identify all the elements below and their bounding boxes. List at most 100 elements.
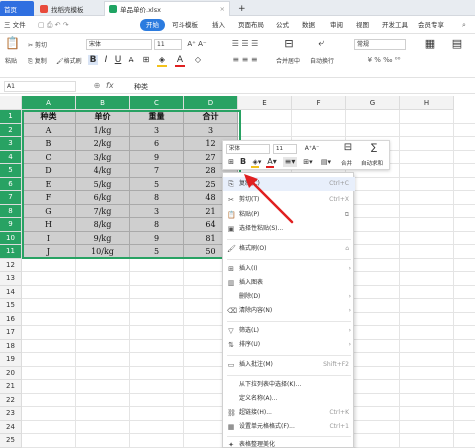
menu-item-format-painter[interactable]: 🖌 格式刷(O) ⌂	[223, 242, 355, 256]
format-painter-button[interactable]: 🖌格式刷	[56, 56, 82, 65]
paste-icon[interactable]: 📋	[5, 37, 20, 52]
menu-item-define-name[interactable]: 定义名称(A)...	[223, 392, 355, 406]
mini-border-icon[interactable]: ⊞	[226, 157, 236, 167]
font-name-select[interactable]: 宋体	[86, 39, 152, 50]
table-cell[interactable]: 4/kg	[76, 164, 130, 178]
menu-item-pick-list[interactable]: 从下拉列表中选择(K)...	[223, 378, 355, 392]
menu-item-delete[interactable]: 删除(D) ›	[223, 290, 355, 304]
menu-page-layout[interactable]: 页面布局	[238, 19, 264, 31]
row-header-18[interactable]: 18	[0, 339, 22, 353]
table-cell[interactable]: 8	[130, 191, 184, 205]
mini-bold-icon[interactable]: B	[238, 157, 248, 167]
menu-insert-tools[interactable]: 可斗模板	[172, 19, 198, 31]
row-header-9[interactable]: 9	[0, 218, 22, 232]
table-cell[interactable]: 5	[130, 245, 184, 259]
row-header-6[interactable]: 6	[0, 177, 22, 191]
row-header-15[interactable]: 15	[0, 299, 22, 313]
table-cell[interactable]: 9/kg	[76, 231, 130, 245]
quick-access-icons[interactable]: ▢ ⎙ ↶ ↷	[38, 20, 69, 30]
font-color-icon[interactable]: A	[174, 55, 186, 65]
table-cell[interactable]: C	[22, 150, 76, 164]
strikethrough-icon[interactable]: A̶	[126, 55, 136, 65]
header-cell[interactable]: 重量	[130, 110, 184, 124]
menu-item-format-cells[interactable]: ▦ 设置单元格格式(F)... Ctrl+1	[223, 420, 355, 434]
border-icon[interactable]: ⊞	[140, 55, 152, 65]
table-cell[interactable]: 7	[130, 164, 184, 178]
table-cell[interactable]: 7/kg	[76, 204, 130, 218]
column-header-b[interactable]: B	[76, 96, 130, 110]
column-header-h[interactable]: H	[400, 96, 454, 110]
name-box[interactable]: A1	[4, 81, 76, 92]
search-icon[interactable]: ⌕	[462, 20, 466, 30]
row-header-16[interactable]: 16	[0, 312, 22, 326]
column-header-f[interactable]: F	[292, 96, 346, 110]
row-header-25[interactable]: 25	[0, 434, 22, 448]
row-header-8[interactable]: 8	[0, 204, 22, 218]
table-cell[interactable]: 5	[130, 177, 184, 191]
column-header-a[interactable]: A	[22, 96, 76, 110]
header-cell[interactable]: 种类	[22, 110, 76, 124]
menu-insert[interactable]: 插入	[212, 19, 225, 31]
number-format-select[interactable]: 常规	[354, 39, 406, 50]
wrap-text-icon[interactable]: ⤶	[314, 39, 328, 49]
mini-font-size[interactable]: 11	[273, 144, 297, 154]
row-header-2[interactable]: 2	[0, 123, 22, 137]
new-tab-button[interactable]: +	[234, 1, 248, 16]
row-header-20[interactable]: 20	[0, 366, 22, 380]
header-cell[interactable]: 单价	[76, 110, 130, 124]
clear-icon[interactable]: ◇	[192, 55, 204, 65]
row-header-3[interactable]: 3	[0, 137, 22, 151]
align-left-icons[interactable]: ≡ ≡ ≡	[220, 55, 270, 65]
menu-item-insert-comment[interactable]: ▭ 插入批注(M) Shift+F2	[223, 358, 355, 372]
row-header-11[interactable]: 11	[0, 245, 22, 259]
font-grow-shrink-icons[interactable]: A⁺ A⁻	[185, 39, 209, 49]
row-header-19[interactable]: 19	[0, 353, 22, 367]
row-header-4[interactable]: 4	[0, 150, 22, 164]
mini-border-dropdown-icon[interactable]: ⊞▾	[301, 157, 315, 167]
table-cell[interactable]: B	[22, 137, 76, 151]
mini-format-brush-icon[interactable]: ▤▾	[319, 157, 333, 167]
header-cell[interactable]: 合计	[184, 110, 238, 124]
tab-home[interactable]: 首页	[0, 1, 34, 16]
close-tab-icon[interactable]: ×	[220, 5, 225, 13]
italic-icon[interactable]: I	[101, 55, 111, 65]
table-cell[interactable]: H	[22, 218, 76, 232]
menu-item-sort[interactable]: ⇅ 排序(U) ›	[223, 338, 355, 352]
row-header-21[interactable]: 21	[0, 380, 22, 394]
menu-item-filter[interactable]: ▽ 筛选(L) ›	[223, 324, 355, 338]
row-header-1[interactable]: 1	[0, 110, 22, 124]
menu-item-insert-chart[interactable]: ▥ 插入图表	[223, 276, 355, 290]
table-cell[interactable]: I	[22, 231, 76, 245]
table-cell[interactable]: 3/kg	[76, 150, 130, 164]
row-header-17[interactable]: 17	[0, 326, 22, 340]
row-header-7[interactable]: 7	[0, 191, 22, 205]
menu-dev[interactable]: 开发工具	[382, 19, 408, 31]
menu-item-insert[interactable]: ⊞ 插入(I) ›	[223, 262, 355, 276]
table-cell[interactable]: 3	[184, 123, 238, 137]
conditional-format-icon[interactable]: ▦	[420, 38, 440, 49]
fx-label[interactable]: fx	[106, 81, 114, 90]
table-cell[interactable]: A	[22, 123, 76, 137]
merge-center-label[interactable]: 合并居中	[276, 56, 300, 65]
table-cell[interactable]: D	[22, 164, 76, 178]
column-header-c[interactable]: C	[130, 96, 184, 110]
row-header-10[interactable]: 10	[0, 231, 22, 245]
table-cell[interactable]: 8	[130, 218, 184, 232]
column-header-g[interactable]: G	[346, 96, 400, 110]
table-cell[interactable]: 6	[130, 137, 184, 151]
menu-item-clear[interactable]: ⌫ 清除内容(N) ›	[223, 304, 355, 318]
number-format-icons[interactable]: ¥ % ‰ ⁰⁰	[354, 55, 414, 65]
tab-template[interactable]: 找稻壳模板	[36, 1, 100, 16]
table-cell[interactable]: 9	[130, 231, 184, 245]
paste-options-icon[interactable]: ⧉	[345, 208, 349, 222]
row-header-14[interactable]: 14	[0, 285, 22, 299]
table-cell[interactable]: 3	[130, 123, 184, 137]
menu-view[interactable]: 视图	[356, 19, 369, 31]
file-menu[interactable]: 三 文件	[4, 19, 26, 31]
fill-color-icon[interactable]: ◈	[156, 55, 168, 65]
wrap-text-label[interactable]: 自动换行	[310, 56, 334, 65]
align-top-icons[interactable]: ☰ ☰ ☰	[220, 39, 270, 49]
table-cell[interactable]: 1/kg	[76, 123, 130, 137]
table-cell[interactable]: 5/kg	[76, 177, 130, 191]
menu-formula[interactable]: 公式	[276, 19, 289, 31]
